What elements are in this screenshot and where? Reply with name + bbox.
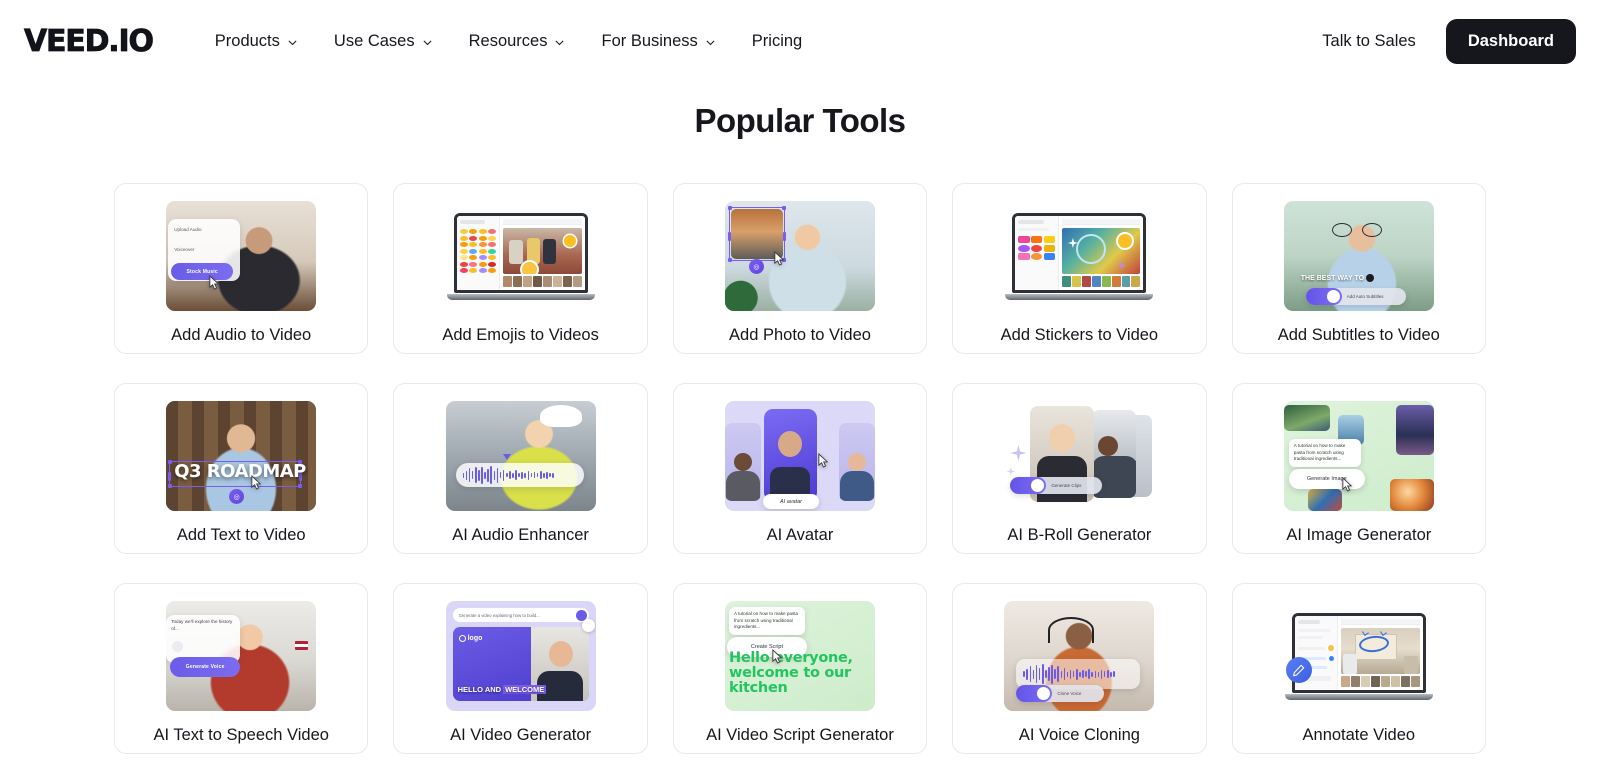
auto-subtitles-toggle[interactable]: Add Auto Subtitles <box>1305 288 1406 305</box>
tool-card-label: AI Video Generator <box>450 726 592 744</box>
tool-card-label: AI Video Script Generator <box>706 726 894 744</box>
tool-card-ai-video-generator[interactable]: Generate a video explaining how to build… <box>393 583 648 754</box>
tool-card-label: AI Voice Cloning <box>1018 726 1140 744</box>
tool-thumbnail <box>445 401 596 511</box>
script-text: Today we'll explore the history of... <box>171 619 233 631</box>
tool-thumbnail: Generate a video explaining how to build… <box>445 601 596 711</box>
subtitle-text: THE BEST WAY TO <box>1300 274 1365 282</box>
tool-thumbnail: Clone Voice <box>1004 601 1155 711</box>
tool-thumbnail <box>445 201 596 311</box>
dashboard-button[interactable]: Dashboard <box>1445 18 1576 64</box>
nav-label: Use Cases <box>333 31 415 50</box>
tool-card-annotate-video[interactable]: Annotate Video <box>1231 583 1486 754</box>
tool-card-label: AI Audio Enhancer <box>452 526 589 544</box>
tool-card-label: Annotate Video <box>1302 726 1416 744</box>
veed-logo[interactable]: VEED.IO <box>24 23 155 59</box>
prompt-input[interactable]: Generate a video explaining how to build… <box>459 613 540 618</box>
tool-card-ai-avatar[interactable]: AI avatar AI Avatar <box>672 383 928 554</box>
logo-placeholder: logo <box>467 635 483 642</box>
ai-avatar-pill: AI avatar <box>762 494 819 509</box>
tool-thumbnail: ◎ <box>724 201 875 311</box>
page-title: Popular Tools <box>694 102 906 139</box>
tool-card-add-audio-to-video[interactable]: Upload Audio Voiceover Stock Music Add A… <box>114 183 369 354</box>
nav-label: Resources <box>468 31 548 50</box>
pencil-icon <box>1285 657 1312 683</box>
tool-card-ai-video-script-generator[interactable]: A tutorial on how to make pasta from scr… <box>672 583 928 754</box>
tool-thumbnail: A tutorial on how to make pasta from scr… <box>724 601 875 711</box>
prompt-note: A tutorial on how to make pasta from scr… <box>728 607 805 635</box>
tool-card-add-photo-to-video[interactable]: ◎ Add Photo to Video <box>672 183 928 354</box>
tool-thumbnail: Generate Clips <box>1004 401 1155 511</box>
tool-card-label: Add Photo to Video <box>729 326 871 344</box>
nav-item-pricing[interactable]: Pricing <box>734 24 820 59</box>
site-header: VEED.IO Products Use Cases Resources For… <box>0 0 1600 82</box>
cursor-icon <box>817 453 830 468</box>
nav-item-resources[interactable]: Resources <box>451 24 584 59</box>
tool-thumbnail <box>1004 201 1155 311</box>
tool-card-label: AI Text to Speech Video <box>153 726 329 744</box>
tool-card-label: Add Stickers to Video <box>1000 326 1159 344</box>
tool-card-add-text-to-video[interactable]: Q3 ROADMAP ◎ Add Text to Video <box>114 383 369 554</box>
talk-to-sales-link[interactable]: Talk to Sales <box>1308 24 1430 59</box>
nav-label: For Business <box>601 31 698 50</box>
tool-card-label: AI Image Generator <box>1286 526 1432 544</box>
prompt-note: A tutorial on how to make pasta from scr… <box>1288 439 1361 467</box>
tool-card-label: AI Avatar <box>766 526 834 544</box>
script-output-text: Hello everyone, welcome to our kitchen <box>728 650 853 697</box>
tool-card-ai-voice-cloning[interactable]: Clone Voice AI Voice Cloning <box>952 583 1207 754</box>
tool-card-label: AI B-Roll Generator <box>1007 526 1152 544</box>
tool-card-label: Add Emojis to Videos <box>442 326 599 344</box>
cursor-icon <box>208 275 221 290</box>
tool-card-ai-audio-enhancer[interactable]: AI Audio Enhancer <box>393 383 648 554</box>
chevron-down-icon <box>554 37 565 48</box>
cursor-icon <box>773 251 786 266</box>
video-title-text: Q3 ROADMAP <box>174 461 306 482</box>
nav-item-use-cases[interactable]: Use Cases <box>316 24 451 59</box>
tool-card-add-emojis-to-videos[interactable]: Add Emojis to Videos <box>393 183 648 354</box>
tool-card-label: Add Text to Video <box>176 526 306 544</box>
tool-card-add-stickers-to-video[interactable]: Add Stickers to Video <box>952 183 1207 354</box>
tool-thumbnail: THE BEST WAY TO Add Auto Subtitles <box>1283 201 1434 311</box>
nav-item-products[interactable]: Products <box>197 24 316 59</box>
tool-card-add-subtitles-to-video[interactable]: THE BEST WAY TO Add Auto Subtitles Add S… <box>1231 183 1486 354</box>
cursor-icon <box>1341 477 1354 492</box>
tool-thumbnail: A tutorial on how to make pasta from scr… <box>1283 401 1434 511</box>
nav-label: Products <box>214 31 280 50</box>
main-navigation: Products Use Cases Resources For Busines… <box>197 24 820 59</box>
chevron-down-icon <box>422 37 433 48</box>
nav-label: Pricing <box>751 31 803 50</box>
tool-card-ai-image-generator[interactable]: A tutorial on how to make pasta from scr… <box>1231 383 1486 554</box>
tool-thumbnail: AI avatar <box>724 401 875 511</box>
tool-card-label: Add Audio to Video <box>171 326 312 344</box>
nav-item-for-business[interactable]: For Business <box>583 24 733 59</box>
tool-thumbnail: Q3 ROADMAP ◎ <box>166 401 317 511</box>
chevron-down-icon <box>287 37 298 48</box>
generate-clips-toggle[interactable]: Generate Clips <box>1010 477 1103 494</box>
generate-voice-label: Generate Voice <box>185 664 225 670</box>
popular-tools-grid: Upload Audio Voiceover Stock Music Add A… <box>114 183 1486 754</box>
tool-thumbnail: Today we'll explore the history of... Ge… <box>166 601 317 711</box>
cursor-icon <box>250 475 263 490</box>
tool-card-ai-b-roll-generator[interactable]: Generate Clips AI B-Roll Generator <box>952 383 1207 554</box>
clone-voice-toggle[interactable]: Clone Voice <box>1016 685 1105 702</box>
tool-card-ai-text-to-speech-video[interactable]: Today we'll explore the history of... Ge… <box>114 583 369 754</box>
chevron-down-icon <box>705 37 716 48</box>
cursor-icon <box>771 649 784 664</box>
tool-card-label: Add Subtitles to Video <box>1277 326 1440 344</box>
tool-thumbnail: Upload Audio Voiceover Stock Music <box>166 201 317 311</box>
audio-waveform <box>455 463 584 487</box>
tool-thumbnail <box>1283 601 1434 711</box>
